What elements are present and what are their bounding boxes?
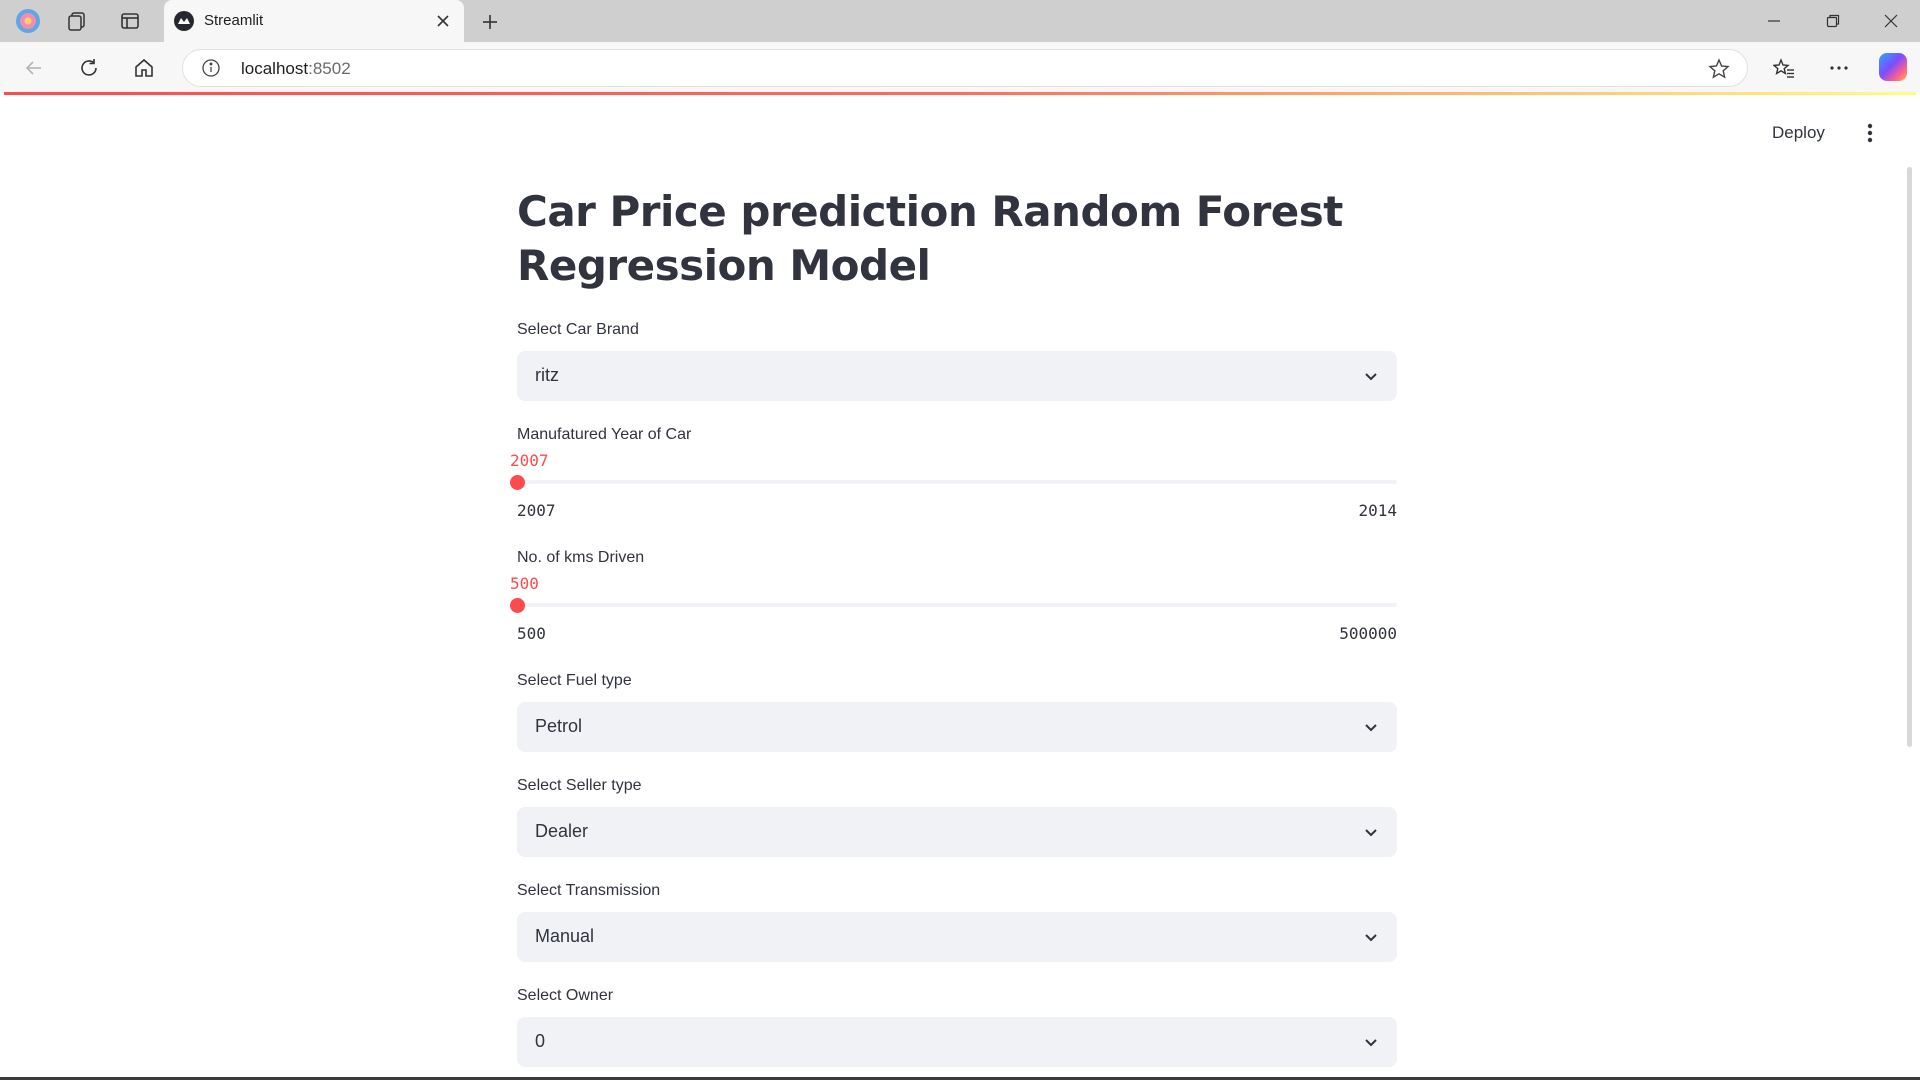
fuel-type-select[interactable]: Petrol — [517, 702, 1397, 752]
home-icon[interactable] — [128, 52, 160, 84]
owner-label: Select Owner — [517, 987, 614, 1004]
car-brand-label: Select Car Brand — [517, 321, 639, 338]
address-bar[interactable]: localhost:8502 — [182, 49, 1748, 87]
url-text[interactable]: localhost:8502 — [241, 59, 351, 79]
chevron-down-icon — [1361, 822, 1381, 842]
plus-icon[interactable] — [476, 8, 504, 36]
select-value: Manual — [535, 926, 595, 946]
browser-toolbar: localhost:8502 — [0, 42, 1920, 92]
kebab-menu-icon[interactable] — [1858, 121, 1882, 145]
url-host: localhost — [241, 59, 309, 78]
year-slider-track[interactable] — [517, 480, 1397, 484]
browser-tab-active[interactable]: Streamlit — [164, 0, 464, 42]
app-viewport: Deploy Car Price prediction Random Fores… — [4, 95, 1916, 1077]
workspaces-icon[interactable] — [63, 7, 91, 35]
restore-icon[interactable] — [1811, 6, 1855, 36]
chevron-down-icon — [1361, 717, 1381, 737]
minimize-icon[interactable] — [1752, 6, 1796, 36]
transmission-label: Select Transmission — [517, 882, 661, 899]
info-icon[interactable] — [201, 58, 221, 78]
year-slider-label: Manufatured Year of Car — [517, 426, 692, 443]
window-close-icon[interactable] — [1869, 6, 1913, 36]
chevron-down-icon — [1361, 1032, 1381, 1052]
favorites-icon[interactable] — [1768, 52, 1800, 84]
kms-slider-thumb[interactable] — [510, 598, 525, 613]
browser-profile-icon[interactable] — [14, 7, 42, 35]
tab-actions-icon[interactable] — [116, 7, 144, 35]
url-port: :8502 — [308, 59, 351, 78]
refresh-icon[interactable] — [73, 52, 105, 84]
transmission-select[interactable]: Manual — [517, 912, 1397, 962]
year-slider-min: 2007 — [517, 501, 556, 520]
select-value: ritz — [535, 365, 559, 385]
year-slider-value: 2007 — [510, 451, 549, 470]
deploy-button[interactable]: Deploy — [1772, 123, 1825, 143]
select-value: 0 — [535, 1031, 546, 1051]
car-brand-select[interactable]: ritz — [517, 351, 1397, 401]
page-title: Car Price prediction Random Forest Regre… — [517, 187, 1343, 290]
chevron-down-icon — [1361, 927, 1381, 947]
scrollbar[interactable] — [1907, 167, 1912, 747]
kms-slider-max: 500000 — [1339, 624, 1397, 643]
kms-slider-track[interactable] — [517, 603, 1397, 607]
select-value: Petrol — [535, 716, 583, 736]
close-icon[interactable] — [432, 10, 454, 32]
tab-title: Streamlit — [204, 12, 264, 29]
seller-type-select[interactable]: Dealer — [517, 807, 1397, 857]
seller-type-label: Select Seller type — [517, 777, 642, 794]
star-icon[interactable] — [1707, 57, 1731, 81]
streamlit-favicon — [174, 11, 194, 31]
fuel-type-label: Select Fuel type — [517, 672, 632, 689]
select-value: Dealer — [535, 821, 589, 841]
copilot-icon[interactable] — [1879, 53, 1907, 81]
owner-select[interactable]: 0 — [517, 1017, 1397, 1067]
kms-slider-min: 500 — [517, 624, 546, 643]
kms-slider-value: 500 — [510, 574, 539, 593]
chevron-down-icon — [1361, 366, 1381, 386]
browser-titlebar: Streamlit — [0, 0, 1920, 42]
back-icon[interactable] — [18, 52, 50, 84]
more-icon[interactable] — [1823, 52, 1855, 84]
kms-slider-label: No. of kms Driven — [517, 549, 645, 566]
year-slider-max: 2014 — [1358, 501, 1397, 520]
year-slider-thumb[interactable] — [510, 475, 525, 490]
